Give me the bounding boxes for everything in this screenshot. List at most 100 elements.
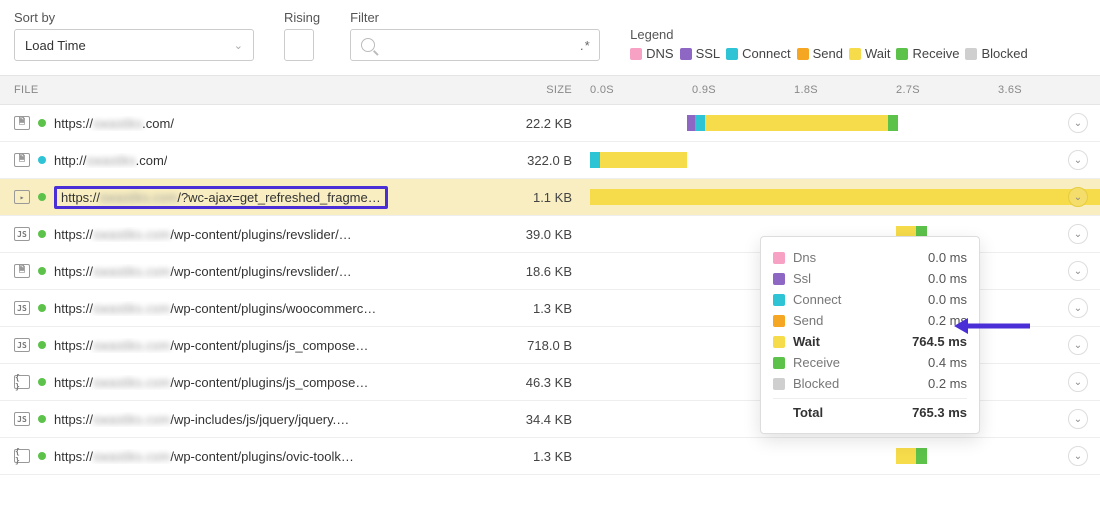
color-swatch <box>680 48 692 60</box>
file-cell: { } https://swastiks.com/wp-content/plugi… <box>0 449 420 464</box>
sort-group: Sort by Load Time ⌄ <box>14 10 254 61</box>
file-url: https://swastiks.com/wp-content/plugins/… <box>54 449 354 464</box>
color-swatch <box>726 48 738 60</box>
annotation-arrow-icon <box>952 314 1032 341</box>
color-swatch <box>773 378 785 390</box>
file-url: https://swastiks.com/wp-content/plugins/… <box>54 227 352 242</box>
status-dot-icon <box>38 452 46 460</box>
expand-button[interactable]: ⌄ <box>1068 335 1088 355</box>
timing-segment <box>916 448 926 464</box>
rising-checkbox[interactable] <box>284 29 314 61</box>
file-url: https://swastiks.com/wp-content/plugins/… <box>54 301 376 316</box>
timeline-cell <box>590 438 1100 474</box>
timeline-cell <box>590 179 1100 215</box>
file-url: https://swastiks.com/?wc-ajax=get_refres… <box>54 186 388 209</box>
legend-item: Send <box>797 46 843 61</box>
tooltip-value: 0.0 ms <box>928 292 967 307</box>
chevron-down-icon: ⌄ <box>1074 155 1082 166</box>
timing-segment <box>705 115 889 131</box>
timing-bar <box>590 152 687 168</box>
tooltip-value: 0.2 ms <box>928 376 967 391</box>
header-row: FILE SIZE 0.0s0.9s1.8s2.7s3.6s <box>0 76 1100 105</box>
filter-input[interactable]: .* <box>350 29 600 61</box>
timeline-cell <box>590 105 1100 141</box>
size-cell: 1.1 KB <box>420 190 590 205</box>
table-row[interactable]: ▸https://swastiks.com/?wc-ajax=get_refre… <box>0 179 1100 216</box>
legend-item: Wait <box>849 46 891 61</box>
chevron-down-icon: ⌄ <box>1074 340 1082 351</box>
color-swatch <box>773 273 785 285</box>
size-cell: 718.0 B <box>420 338 590 353</box>
legend-name: Blocked <box>981 46 1027 61</box>
legend-name: Connect <box>742 46 790 61</box>
color-swatch <box>965 48 977 60</box>
color-swatch <box>896 48 908 60</box>
chevron-down-icon: ⌄ <box>1074 118 1082 129</box>
file-type-icon: { } <box>14 375 30 389</box>
tick: 0.0s <box>590 84 692 96</box>
expand-button[interactable]: ⌄ <box>1068 224 1088 244</box>
legend-name: DNS <box>646 46 673 61</box>
tooltip-metric: Connect <box>793 292 841 307</box>
tooltip-value: 0.0 ms <box>928 250 967 265</box>
file-type-icon: 🗎 <box>14 264 30 278</box>
timeline-cell <box>590 142 1100 178</box>
file-type-icon: { } <box>14 449 30 463</box>
legend-item: Blocked <box>965 46 1027 61</box>
status-dot-icon <box>38 119 46 127</box>
size-cell: 1.3 KB <box>420 301 590 316</box>
tooltip-metric: Send <box>793 313 823 328</box>
tooltip-metric: Ssl <box>793 271 811 286</box>
sort-select[interactable]: Load Time ⌄ <box>14 29 254 61</box>
size-cell: 1.3 KB <box>420 449 590 464</box>
status-dot-icon <box>38 304 46 312</box>
status-dot-icon <box>38 341 46 349</box>
timing-segment <box>590 189 1100 205</box>
file-type-icon: JS <box>14 412 30 426</box>
chevron-down-icon: ⌄ <box>1074 303 1082 314</box>
file-url: https://swastiks.com/wp-content/plugins/… <box>54 375 368 390</box>
legend-name: Wait <box>865 46 891 61</box>
legend-item: SSL <box>680 46 721 61</box>
expand-button[interactable]: ⌄ <box>1068 298 1088 318</box>
timing-segment <box>888 115 898 131</box>
table-row[interactable]: 🗎http://swastiks.com/322.0 B⌄ <box>0 142 1100 179</box>
size-cell: 18.6 KB <box>420 264 590 279</box>
expand-button[interactable]: ⌄ <box>1068 372 1088 392</box>
tooltip-total-label: Total <box>773 405 823 420</box>
file-type-icon: 🗎 <box>14 116 30 130</box>
file-url: https://swastiks.com/wp-content/plugins/… <box>54 338 368 353</box>
tooltip-total-value: 765.3 ms <box>912 405 967 420</box>
table-row[interactable]: 🗎https://swastiks.com/22.2 KB⌄ <box>0 105 1100 142</box>
chevron-down-icon: ⌄ <box>1074 414 1082 425</box>
file-type-icon: JS <box>14 338 30 352</box>
tooltip-row: Receive0.4 ms <box>773 352 967 373</box>
file-cell: 🗎https://swastiks.com/wp-content/plugins… <box>0 264 420 279</box>
status-dot-icon <box>38 156 46 164</box>
color-swatch <box>773 315 785 327</box>
search-icon <box>361 38 375 52</box>
timing-tooltip: Dns0.0 msSsl0.0 msConnect0.0 msSend0.2 m… <box>760 236 980 434</box>
expand-button[interactable]: ⌄ <box>1068 261 1088 281</box>
file-cell: 🗎https://swastiks.com/ <box>0 116 420 131</box>
expand-button[interactable]: ⌄ <box>1068 409 1088 429</box>
legend-name: Receive <box>912 46 959 61</box>
file-cell: JS https://swastiks.com/wp-content/plugin… <box>0 338 420 353</box>
expand-button[interactable]: ⌄ <box>1068 187 1088 207</box>
expand-button[interactable]: ⌄ <box>1068 150 1088 170</box>
expand-button[interactable]: ⌄ <box>1068 446 1088 466</box>
file-url: https://swastiks.com/wp-includes/js/jque… <box>54 412 349 427</box>
legend-name: Send <box>813 46 843 61</box>
color-swatch <box>773 357 785 369</box>
size-cell: 39.0 KB <box>420 227 590 242</box>
legend-item: Receive <box>896 46 959 61</box>
tooltip-row: Send0.2 ms <box>773 310 967 331</box>
chevron-down-icon: ⌄ <box>1074 266 1082 277</box>
rising-label: Rising <box>284 10 320 25</box>
tick: 0.9s <box>692 84 794 96</box>
table-row[interactable]: { } https://swastiks.com/wp-content/plugi… <box>0 438 1100 475</box>
size-cell: 46.3 KB <box>420 375 590 390</box>
expand-button[interactable]: ⌄ <box>1068 113 1088 133</box>
tick: 3.6s <box>998 84 1100 96</box>
legend: Legend DNSSSLConnectSendWaitReceiveBlock… <box>630 27 1028 61</box>
